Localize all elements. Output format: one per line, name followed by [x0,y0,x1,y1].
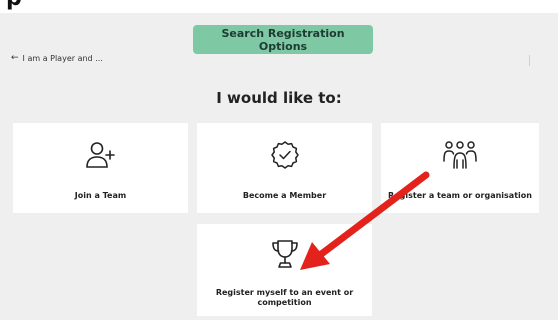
register-event-label: Register myself to an event or competiti… [215,288,354,307]
join-team-card[interactable]: Join a Team [13,123,188,213]
group-icon [441,140,479,174]
badge-check-icon [270,140,300,174]
search-registration-options-button[interactable]: Search Registration Options [193,25,373,54]
divider [529,55,530,66]
join-team-label: Join a Team [74,191,127,200]
become-member-card[interactable]: Become a Member [197,123,372,213]
page-heading: I would like to: [216,89,342,107]
add-user-icon [85,140,117,174]
cropped-title-fragment: p [6,0,22,11]
back-link[interactable]: ← I am a Player and ... [11,53,103,63]
back-arrow-icon: ← [11,53,19,63]
register-team-label: Register a team or organisation [388,191,532,200]
top-strip [0,0,558,13]
register-team-card[interactable]: Register a team or organisation [381,123,539,213]
trophy-icon [270,238,300,274]
register-event-card[interactable]: Register myself to an event or competiti… [197,224,372,316]
become-member-label: Become a Member [242,191,327,200]
back-link-label: I am a Player and ... [22,53,103,63]
